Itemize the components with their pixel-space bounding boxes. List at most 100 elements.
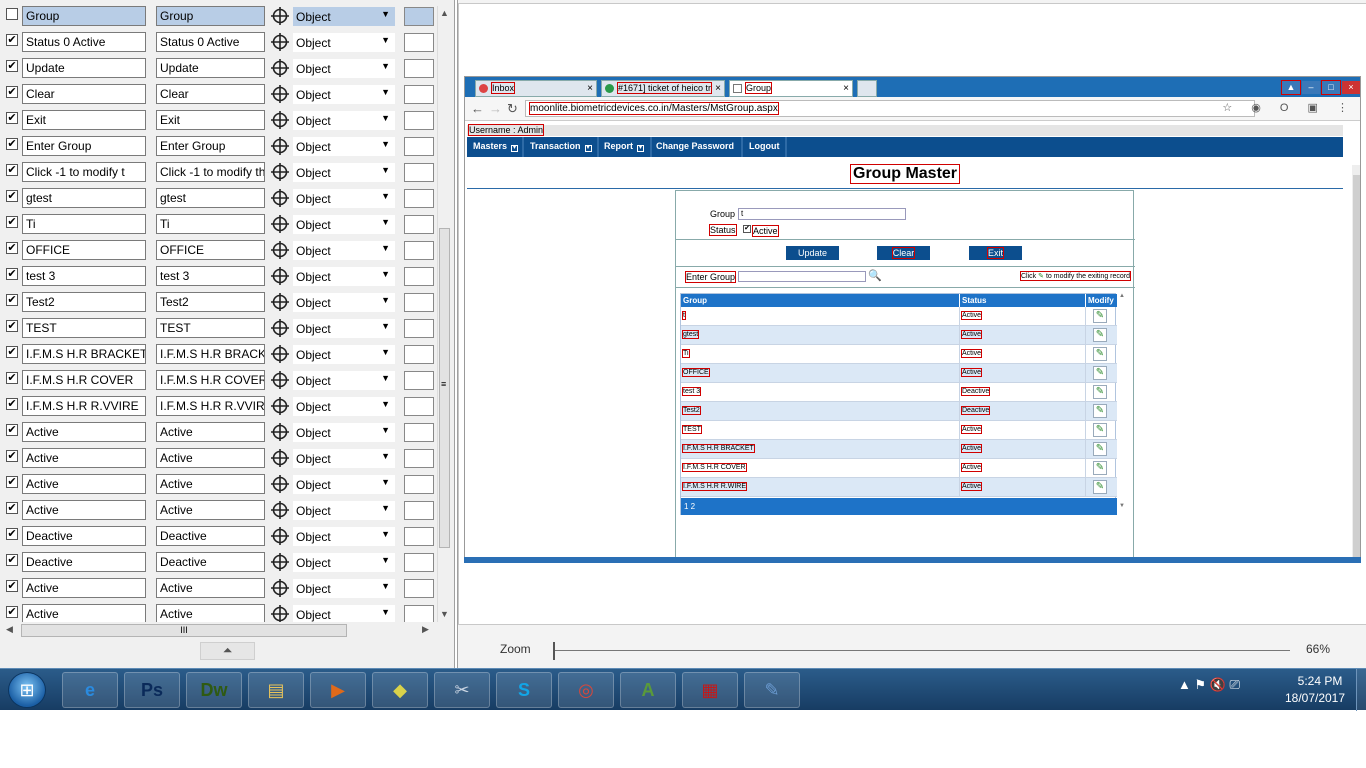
object-row[interactable]: ✔ Active Active Object ▼	[0, 576, 436, 602]
start-button[interactable]: ⊞	[8, 672, 46, 708]
close-icon[interactable]: ×	[587, 83, 593, 94]
row-checkbox[interactable]: ✔	[6, 294, 18, 306]
type-dropdown[interactable]: Object ▼	[293, 345, 395, 364]
page-scrollbar[interactable]	[1352, 165, 1360, 560]
type-dropdown[interactable]: Object ▼	[293, 33, 395, 52]
update-button[interactable]: Update	[786, 246, 839, 260]
text-field[interactable]: test 3	[156, 266, 265, 286]
taskbar-app-button[interactable]: A	[620, 672, 676, 708]
menu-masters[interactable]: Masters ▾	[473, 141, 519, 152]
group-input[interactable]: t	[738, 208, 906, 220]
text-field[interactable]: Deactive	[156, 526, 265, 546]
type-dropdown[interactable]: Object ▼	[293, 293, 395, 312]
object-row[interactable]: ✔ Status 0 Active Status 0 Active Object ▼	[0, 30, 436, 56]
type-dropdown[interactable]: Object ▼	[293, 423, 395, 442]
row-checkbox[interactable]: ✔	[6, 580, 18, 592]
text-field[interactable]: gtest	[156, 188, 265, 208]
text-field[interactable]: Active	[156, 604, 265, 622]
menu-logout[interactable]: Logout	[749, 141, 780, 151]
type-dropdown[interactable]: Object ▼	[293, 85, 395, 104]
object-row[interactable]: ✔ Active Active Object ▼	[0, 602, 436, 622]
clock-time[interactable]: 5:24 PM	[1290, 674, 1350, 688]
row-checkbox[interactable]: ✔	[6, 372, 18, 384]
name-field[interactable]: Active	[22, 578, 146, 598]
minimize-icon[interactable]: –	[1302, 81, 1320, 94]
crosshair-icon[interactable]	[270, 344, 290, 364]
value-box[interactable]	[404, 345, 434, 364]
type-dropdown[interactable]: Object ▼	[293, 527, 395, 546]
object-row[interactable]: ✔ I.F.M.S H.R COVER I.F.M.S H.R COVER Objec…	[0, 368, 436, 394]
value-box[interactable]	[404, 189, 434, 208]
scroll-up-arrow-icon[interactable]: ▲	[440, 8, 449, 18]
crosshair-icon[interactable]	[270, 6, 290, 26]
search-icon[interactable]: 🔍	[868, 269, 882, 282]
value-box[interactable]	[404, 579, 434, 598]
object-row[interactable]: ✔ Click -1 to modify t Click -1 to modify …	[0, 160, 436, 186]
crosshair-icon[interactable]	[270, 448, 290, 468]
object-row[interactable]: ✔ test 3 test 3 Object ▼	[0, 264, 436, 290]
name-field[interactable]: Exit	[22, 110, 146, 130]
name-field[interactable]: Deactive	[22, 552, 146, 572]
edit-icon[interactable]: ✎	[1093, 461, 1107, 475]
taskbar-app-button[interactable]: Ps	[124, 672, 180, 708]
grid-scrollbar[interactable]: ▲ ▼	[1119, 293, 1127, 515]
name-field[interactable]: TEST	[22, 318, 146, 338]
enter-group-input[interactable]	[738, 271, 866, 282]
row-checkbox[interactable]: ✔	[6, 34, 18, 46]
back-icon[interactable]: ←	[471, 101, 484, 116]
edit-icon[interactable]: ✎	[1093, 328, 1107, 342]
value-box[interactable]	[404, 449, 434, 468]
system-tray[interactable]: ▲ ⚑ 🔇 ⎚	[1178, 677, 1278, 703]
crosshair-icon[interactable]	[270, 266, 290, 286]
taskbar-app-button[interactable]: ▦	[682, 672, 738, 708]
scrollbar-thumb[interactable]: ≡	[439, 228, 450, 548]
text-field[interactable]: Group	[156, 6, 265, 26]
tab-ticket[interactable]: #1671] ticket of heico tr ×	[601, 80, 725, 97]
row-checkbox[interactable]: ✔	[6, 216, 18, 228]
name-field[interactable]: I.F.M.S H.R R.VVIRE	[22, 396, 146, 416]
left-horizontal-scrollbar[interactable]: ◀ III ▶	[4, 622, 434, 638]
object-row[interactable]: ✔ Update Update Object ▼	[0, 56, 436, 82]
name-field[interactable]: Active	[22, 500, 146, 520]
taskbar-app-button[interactable]: ✎	[744, 672, 800, 708]
text-field[interactable]: Active	[156, 448, 265, 468]
row-checkbox[interactable]: ✔	[6, 528, 18, 540]
text-field[interactable]: I.F.M.S H.R COVER	[156, 370, 265, 390]
type-dropdown[interactable]: Object ▼	[293, 111, 395, 130]
type-dropdown[interactable]: Object ▼	[293, 267, 395, 286]
type-dropdown[interactable]: Object ▼	[293, 371, 395, 390]
crosshair-icon[interactable]	[270, 292, 290, 312]
row-checkbox[interactable]: ✔	[6, 502, 18, 514]
text-field[interactable]: I.F.M.S H.R BRACKE	[156, 344, 265, 364]
close-icon[interactable]: ×	[715, 83, 721, 94]
name-field[interactable]: Ti	[22, 214, 146, 234]
crosshair-icon[interactable]	[270, 604, 290, 622]
value-box[interactable]	[404, 59, 434, 78]
crosshair-icon[interactable]	[270, 526, 290, 546]
value-box[interactable]	[404, 293, 434, 312]
edit-icon[interactable]: ✎	[1093, 442, 1107, 456]
exit-button[interactable]: Exit	[969, 246, 1022, 260]
text-field[interactable]: Test2	[156, 292, 265, 312]
value-box[interactable]	[404, 319, 434, 338]
text-field[interactable]: Update	[156, 58, 265, 78]
name-field[interactable]: Active	[22, 474, 146, 494]
horizontal-scrollbar-thumb[interactable]: III	[21, 624, 347, 637]
left-vertical-scrollbar[interactable]: ▲ ≡ ▼	[437, 6, 451, 622]
crosshair-icon[interactable]	[270, 578, 290, 598]
object-row[interactable]: Group Group Object ▼	[0, 4, 436, 30]
clock-date[interactable]: 18/07/2017	[1280, 691, 1350, 705]
crosshair-icon[interactable]	[270, 58, 290, 78]
name-field[interactable]: Update	[22, 58, 146, 78]
value-box[interactable]	[404, 605, 434, 622]
row-checkbox[interactable]: ✔	[6, 398, 18, 410]
value-box[interactable]	[404, 215, 434, 234]
value-box[interactable]	[404, 371, 434, 390]
text-field[interactable]: Active	[156, 422, 265, 442]
name-field[interactable]: Active	[22, 422, 146, 442]
text-field[interactable]: Ti	[156, 214, 265, 234]
object-row[interactable]: ✔ Clear Clear Object ▼	[0, 82, 436, 108]
crosshair-icon[interactable]	[270, 370, 290, 390]
type-dropdown[interactable]: Object ▼	[293, 605, 395, 622]
row-checkbox[interactable]: ✔	[6, 138, 18, 150]
